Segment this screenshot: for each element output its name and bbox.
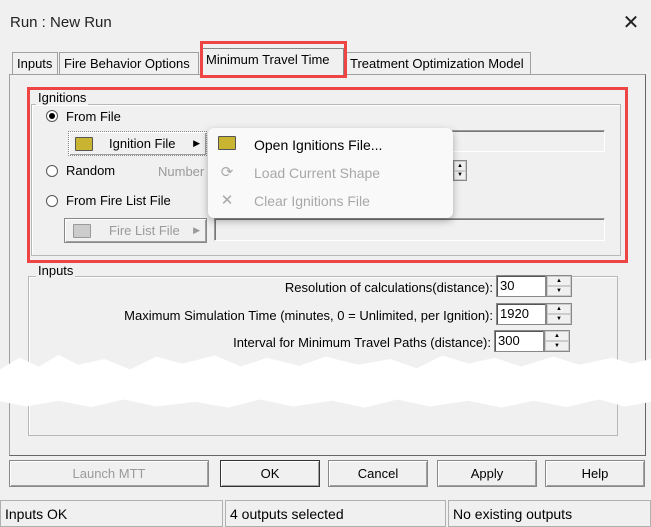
menu-item-clear-ignitions-file[interactable]: ✕ Clear Ignitions File: [208, 189, 453, 215]
submenu-arrow-icon: ▶: [193, 138, 200, 148]
torn-paper-break: [0, 354, 651, 408]
from-file-label: From File: [66, 109, 121, 124]
ignition-file-button[interactable]: Ignition File ▶: [68, 131, 207, 156]
tab-fire-behavior-options[interactable]: Fire Behavior Options: [59, 52, 199, 74]
interval-label: Interval for Minimum Travel Paths (dista…: [233, 335, 491, 350]
from-file-radio[interactable]: [46, 110, 58, 122]
interval-input[interactable]: 300: [494, 330, 544, 352]
random-number-spinner[interactable]: ▲ ▼: [453, 160, 467, 181]
random-radio[interactable]: [46, 165, 58, 177]
number-label: Number: [158, 164, 205, 179]
apply-button[interactable]: Apply: [437, 460, 537, 487]
inputs-group: [28, 276, 618, 436]
close-icon[interactable]: ✕: [620, 10, 642, 35]
launch-mtt-button[interactable]: Launch MTT: [9, 460, 209, 487]
from-fire-list-label: From Fire List File: [66, 193, 171, 208]
load-shape-icon: ⟳: [220, 164, 234, 181]
cancel-button[interactable]: Cancel: [328, 460, 428, 487]
fire-list-file-button-label: Fire List File: [109, 223, 180, 238]
clear-x-icon: ✕: [220, 192, 234, 209]
status-existing-outputs: No existing outputs: [448, 500, 651, 527]
status-inputs: Inputs OK: [0, 500, 223, 527]
folder-open-icon: [73, 223, 91, 238]
inputs-group-label: Inputs: [36, 263, 76, 278]
window-title: Run : New Run: [10, 14, 112, 31]
fire-list-file-field[interactable]: [214, 218, 605, 241]
max-simulation-time-input[interactable]: 1920: [496, 303, 546, 325]
ok-button[interactable]: OK: [220, 460, 320, 487]
resolution-input[interactable]: 30: [496, 275, 546, 297]
tab-treatment-optimization-model[interactable]: Treatment Optimization Model: [345, 52, 531, 74]
fire-list-file-button[interactable]: Fire List File ▶: [64, 218, 207, 243]
folder-open-icon: [218, 136, 236, 154]
from-fire-list-radio[interactable]: [46, 195, 58, 207]
submenu-arrow-icon: ▶: [193, 225, 200, 235]
ignition-file-button-label: Ignition File: [109, 136, 176, 151]
folder-open-icon: [75, 136, 93, 151]
menu-item-label: Load Current Shape: [254, 165, 381, 181]
resolution-label: Resolution of calculations(distance):: [284, 280, 493, 295]
max-simulation-time-spinner[interactable]: ▲ ▼: [546, 303, 572, 325]
tab-inputs[interactable]: Inputs: [12, 52, 58, 74]
tab-minimum-travel-time[interactable]: Minimum Travel Time: [201, 48, 344, 75]
menu-item-open-ignitions-file[interactable]: Open Ignitions File...: [208, 133, 453, 159]
menu-item-label: Open Ignitions File...: [254, 137, 383, 153]
interval-spinner[interactable]: ▲ ▼: [544, 330, 570, 352]
random-label: Random: [66, 163, 116, 178]
menu-item-load-current-shape[interactable]: ⟳ Load Current Shape: [208, 161, 453, 187]
ignition-file-menu: Open Ignitions File... ⟳ Load Current Sh…: [208, 128, 453, 218]
resolution-spinner[interactable]: ▲ ▼: [546, 275, 572, 297]
ignitions-group-label: Ignitions: [36, 90, 89, 105]
help-button[interactable]: Help: [545, 460, 645, 487]
max-simulation-time-label: Maximum Simulation Time (minutes, 0 = Un…: [124, 308, 493, 323]
menu-item-label: Clear Ignitions File: [254, 193, 370, 209]
status-outputs-selected: 4 outputs selected: [225, 500, 446, 527]
